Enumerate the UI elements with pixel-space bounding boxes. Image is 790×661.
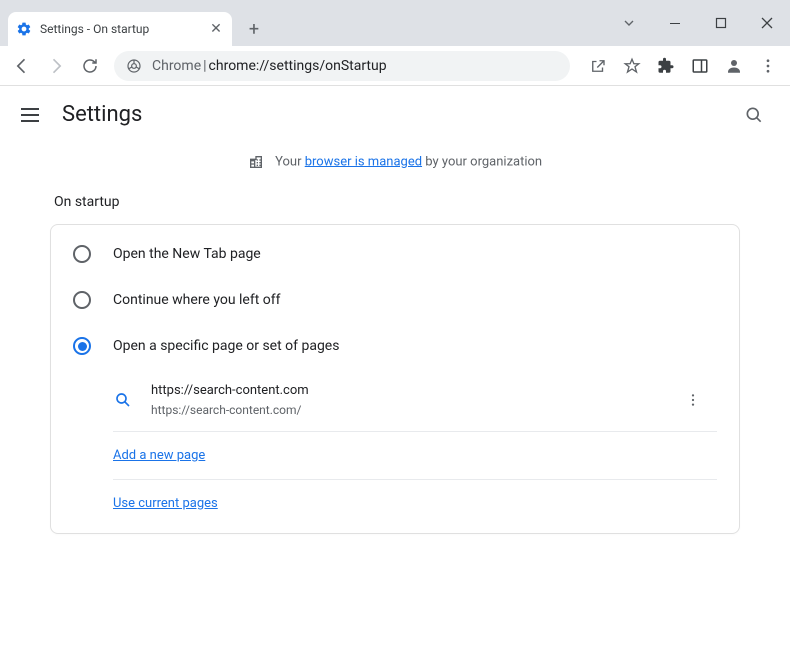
add-page-link[interactable]: Add a new page bbox=[113, 448, 205, 463]
minimize-button[interactable] bbox=[652, 7, 698, 39]
extensions-button[interactable] bbox=[650, 50, 682, 82]
browser-tab[interactable]: Settings - On startup ✕ bbox=[8, 12, 232, 46]
banner-text: Your browser is managed by your organiza… bbox=[275, 154, 542, 169]
use-current-link[interactable]: Use current pages bbox=[113, 496, 218, 511]
radio-icon bbox=[73, 337, 91, 355]
chrome-icon bbox=[126, 58, 142, 74]
startup-card: Open the New Tab page Continue where you… bbox=[50, 224, 740, 534]
search-settings-button[interactable] bbox=[736, 97, 772, 133]
new-tab-button[interactable]: + bbox=[240, 15, 268, 43]
window-controls bbox=[606, 0, 790, 46]
page-more-button[interactable] bbox=[679, 386, 707, 414]
radio-icon bbox=[73, 291, 91, 309]
side-panel-button[interactable] bbox=[684, 50, 716, 82]
tab-title: Settings - On startup bbox=[40, 22, 200, 36]
option-label: Open the New Tab page bbox=[113, 246, 261, 262]
add-page-row: Add a new page bbox=[113, 432, 717, 480]
radio-icon bbox=[73, 245, 91, 263]
page-text: https://search-content.com https://searc… bbox=[151, 381, 661, 419]
back-button[interactable] bbox=[6, 50, 38, 82]
address-bar[interactable]: Chrome|chrome://settings/onStartup bbox=[114, 51, 570, 81]
option-label: Continue where you left off bbox=[113, 292, 281, 308]
reload-button[interactable] bbox=[74, 50, 106, 82]
close-window-button[interactable] bbox=[744, 7, 790, 39]
option-new-tab[interactable]: Open the New Tab page bbox=[51, 231, 739, 277]
settings-content: On startup Open the New Tab page Continu… bbox=[0, 178, 790, 534]
startup-pages-list: https://search-content.com https://searc… bbox=[51, 369, 739, 527]
bookmark-button[interactable] bbox=[616, 50, 648, 82]
managed-banner: Your browser is managed by your organiza… bbox=[0, 144, 790, 178]
page-row: https://search-content.com https://searc… bbox=[113, 369, 717, 432]
share-button[interactable] bbox=[582, 50, 614, 82]
organization-icon bbox=[248, 154, 264, 170]
section-title: On startup bbox=[54, 194, 740, 210]
managed-link[interactable]: browser is managed bbox=[305, 154, 422, 169]
tab-search-button[interactable] bbox=[606, 7, 652, 39]
option-specific-pages[interactable]: Open a specific page or set of pages bbox=[51, 323, 739, 369]
gear-icon bbox=[16, 21, 32, 37]
address-text: Chrome|chrome://settings/onStartup bbox=[152, 58, 387, 74]
page-title: Settings bbox=[62, 102, 716, 127]
search-icon bbox=[113, 391, 133, 409]
settings-header: Settings bbox=[0, 86, 790, 144]
menu-button[interactable] bbox=[18, 103, 42, 127]
maximize-button[interactable] bbox=[698, 7, 744, 39]
window-titlebar: Settings - On startup ✕ + bbox=[0, 0, 790, 46]
forward-button[interactable] bbox=[40, 50, 72, 82]
close-tab-icon[interactable]: ✕ bbox=[208, 21, 224, 37]
use-current-row: Use current pages bbox=[113, 480, 717, 527]
profile-button[interactable] bbox=[718, 50, 750, 82]
chrome-menu-button[interactable] bbox=[752, 50, 784, 82]
option-continue[interactable]: Continue where you left off bbox=[51, 277, 739, 323]
page-title: https://search-content.com bbox=[151, 381, 661, 401]
browser-toolbar: Chrome|chrome://settings/onStartup bbox=[0, 46, 790, 86]
page-url: https://search-content.com/ bbox=[151, 401, 661, 419]
option-label: Open a specific page or set of pages bbox=[113, 338, 339, 354]
